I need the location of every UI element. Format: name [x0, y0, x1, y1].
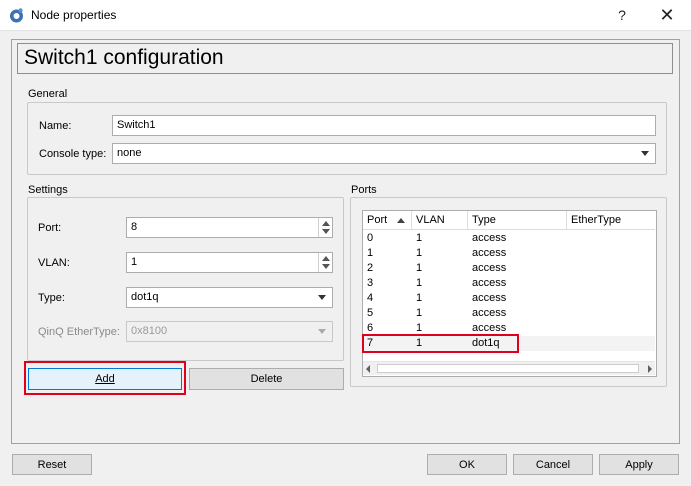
qinq-ethertype-label: QinQ EtherType: — [38, 326, 120, 338]
name-label: Name: — [39, 120, 72, 132]
type-cell: access — [472, 307, 507, 319]
vlan-value: 1 — [131, 256, 138, 268]
reset-button[interactable]: Reset — [12, 454, 92, 475]
spin-up-icon[interactable] — [322, 256, 330, 261]
vlan-spin-buttons[interactable] — [318, 253, 332, 272]
vlan-label: VLAN: — [38, 257, 70, 269]
qinq-ethertype-select: 0x8100 — [126, 321, 333, 342]
port-value: 8 — [131, 221, 138, 233]
type-select[interactable]: dot1q — [126, 287, 333, 308]
spin-up-icon[interactable] — [322, 221, 330, 226]
vlan-cell: 1 — [416, 247, 423, 259]
spin-down-icon[interactable] — [322, 264, 330, 269]
window-title: Node properties — [31, 8, 117, 22]
chevron-down-icon — [318, 329, 326, 334]
table-row[interactable]: 3 1 access — [363, 276, 655, 291]
port-cell: 0 — [367, 232, 374, 244]
port-cell: 1 — [367, 247, 374, 259]
scroll-right-icon[interactable] — [648, 365, 652, 373]
column-header-vlan-label: VLAN — [416, 214, 445, 226]
horizontal-scrollbar[interactable] — [363, 361, 655, 375]
type-label: Type: — [38, 292, 65, 304]
delete-button[interactable]: Delete — [189, 368, 344, 390]
ok-button-label: OK — [459, 459, 475, 471]
port-cell: 4 — [367, 292, 374, 304]
column-header-type[interactable]: Type — [468, 211, 567, 230]
console-type-value: none — [117, 147, 142, 159]
qinq-ethertype-value: 0x8100 — [131, 325, 168, 337]
general-group — [27, 102, 667, 175]
ports-group-label: Ports — [349, 184, 379, 196]
ok-button[interactable]: OK — [427, 454, 507, 475]
column-header-port[interactable]: Port — [363, 211, 412, 230]
port-cell: 2 — [367, 262, 374, 274]
type-value: dot1q — [131, 291, 159, 303]
close-button[interactable]: ✕ — [652, 4, 682, 26]
chevron-down-icon — [641, 151, 649, 156]
console-type-label: Console type: — [39, 148, 107, 160]
reset-button-label: Reset — [37, 459, 67, 471]
page-title: Switch1 configuration — [24, 46, 224, 69]
help-button[interactable]: ? — [608, 4, 636, 26]
vlan-cell: 1 — [416, 307, 423, 319]
apply-button-label: Apply — [625, 459, 653, 471]
vlan-cell: 1 — [416, 292, 423, 304]
table-row[interactable]: 2 1 access — [363, 261, 655, 276]
type-cell: access — [472, 277, 507, 289]
column-header-ethertype-label: EtherType — [571, 214, 622, 226]
vlan-cell: 1 — [416, 262, 423, 274]
cancel-button[interactable]: Cancel — [513, 454, 593, 475]
scrollbar-thumb[interactable] — [377, 364, 639, 373]
sort-ascending-icon — [397, 218, 405, 223]
column-header-type-label: Type — [472, 214, 496, 226]
chevron-down-icon — [318, 295, 326, 300]
port-label: Port: — [38, 222, 62, 234]
scroll-left-icon[interactable] — [366, 365, 370, 373]
port-spinbox[interactable]: 8 — [126, 217, 333, 238]
table-row[interactable]: 0 1 access — [363, 231, 655, 246]
table-row[interactable]: 1 1 access — [363, 246, 655, 261]
app-icon — [8, 7, 25, 24]
port-cell: 3 — [367, 277, 374, 289]
vlan-cell: 1 — [416, 232, 423, 244]
cancel-button-label: Cancel — [535, 459, 571, 471]
vlan-cell: 1 — [416, 277, 423, 289]
table-row[interactable]: 4 1 access — [363, 291, 655, 306]
vlan-spinbox[interactable]: 1 — [126, 252, 333, 273]
console-type-select[interactable]: none — [112, 143, 656, 164]
type-cell: access — [472, 292, 507, 304]
settings-group-label: Settings — [26, 184, 70, 196]
name-input[interactable]: Switch1 — [112, 115, 656, 136]
type-cell: access — [472, 262, 507, 274]
row-highlight — [362, 334, 519, 353]
table-row[interactable]: 5 1 access — [363, 306, 655, 321]
port-spin-buttons[interactable] — [318, 218, 332, 237]
column-header-ethertype[interactable]: EtherType — [567, 211, 655, 230]
column-header-vlan[interactable]: VLAN — [412, 211, 468, 230]
port-cell: 5 — [367, 307, 374, 319]
add-button-highlight — [24, 361, 186, 395]
type-cell: access — [472, 232, 507, 244]
delete-button-label: Delete — [250, 373, 283, 385]
type-cell: access — [472, 247, 507, 259]
general-group-label: General — [26, 88, 70, 100]
spin-down-icon[interactable] — [322, 229, 330, 234]
apply-button[interactable]: Apply — [599, 454, 679, 475]
column-header-port-label: Port — [367, 214, 388, 226]
